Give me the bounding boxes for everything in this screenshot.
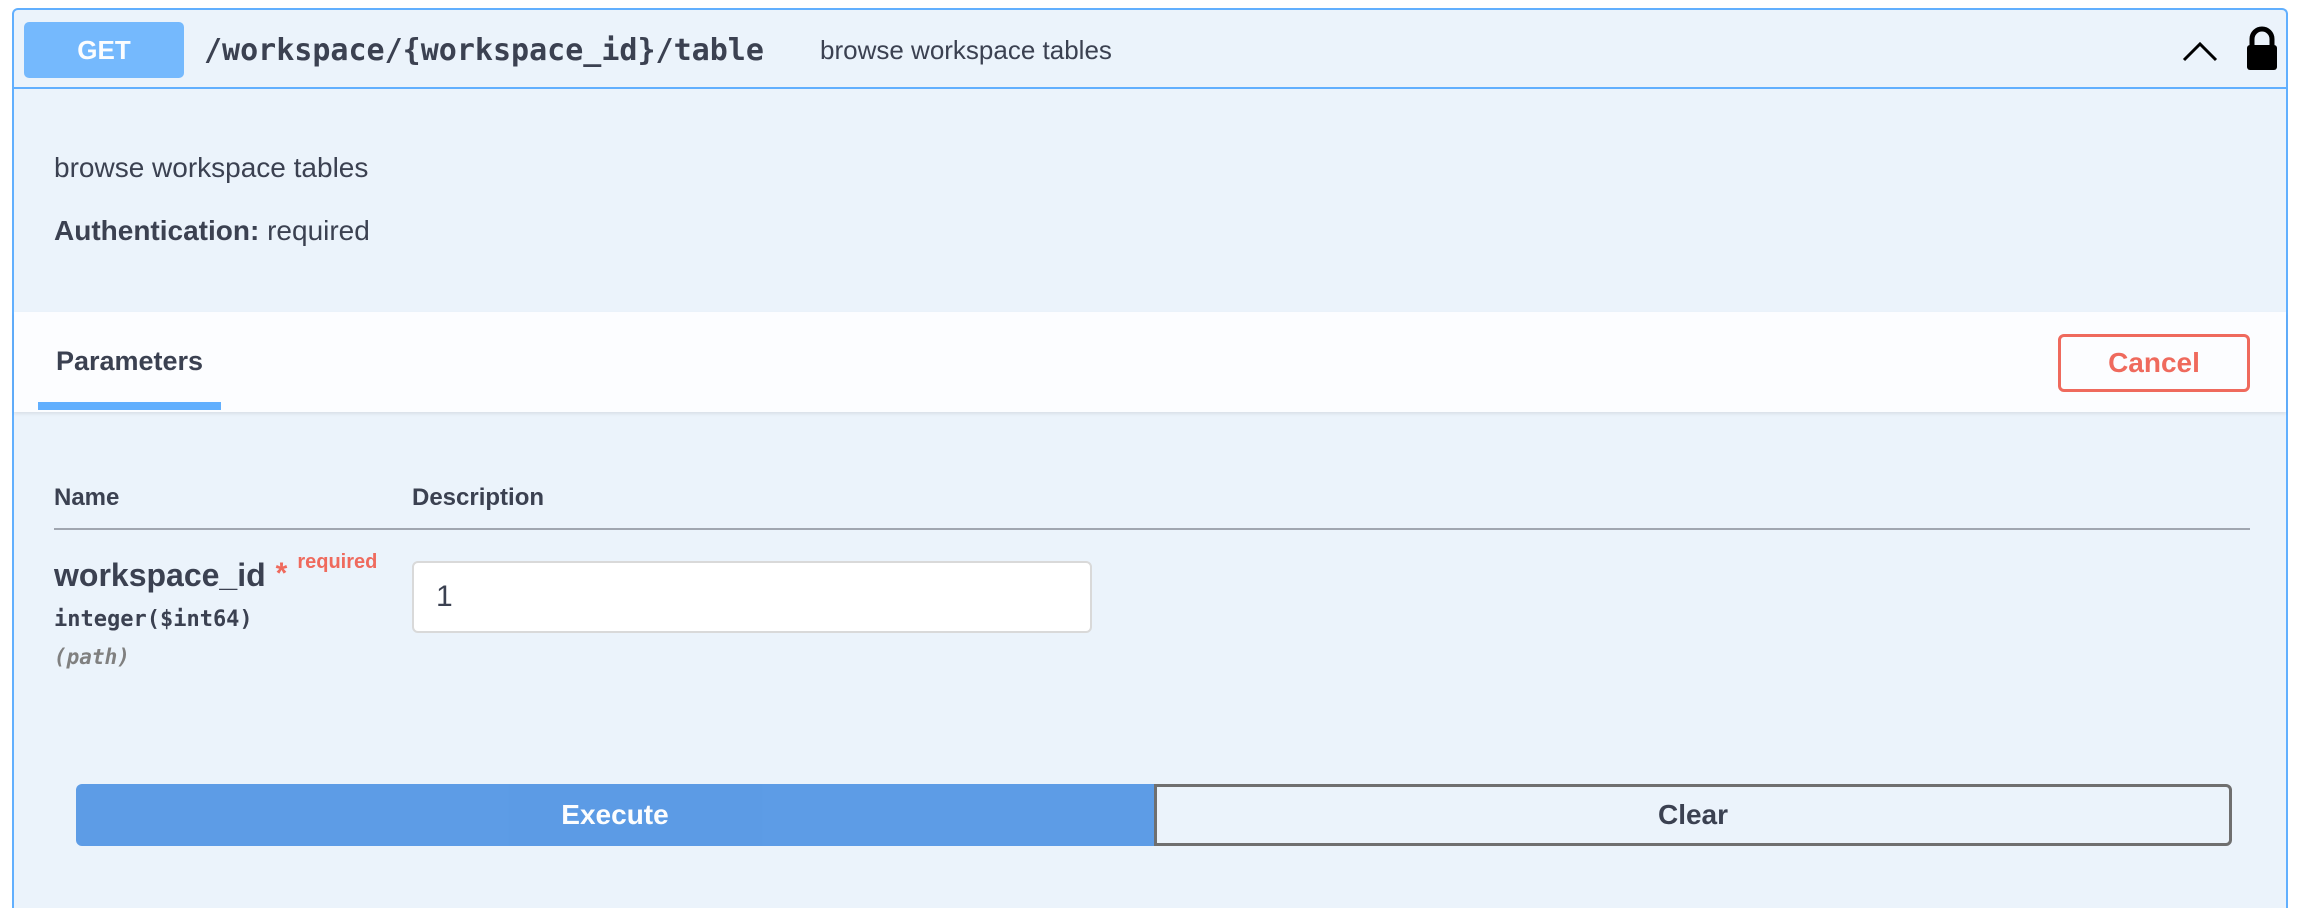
column-header-description: Description <box>412 484 545 511</box>
execute-button[interactable]: Execute <box>76 784 1154 846</box>
operation-block: GET /workspace/{workspace_id}/table brow… <box>12 8 2288 908</box>
cancel-button[interactable]: Cancel <box>2058 334 2250 392</box>
parameter-name-text: workspace_id <box>54 557 266 593</box>
clear-button[interactable]: Clear <box>1154 784 2232 846</box>
parameter-type: integer($int64) <box>54 607 253 632</box>
operation-summary-text: browse workspace tables <box>820 34 1112 65</box>
workspace-id-input[interactable] <box>412 561 1092 633</box>
action-buttons: Execute Clear <box>76 784 2242 846</box>
authentication-label: Authentication: <box>54 215 260 246</box>
parameters-header: Parameters Cancel <box>14 312 2286 412</box>
authentication-info: Authentication: required <box>54 215 370 247</box>
lock-icon[interactable] <box>2242 26 2282 74</box>
chevron-up-icon[interactable] <box>2180 36 2220 66</box>
required-label: required <box>297 551 378 573</box>
operation-summary[interactable]: GET /workspace/{workspace_id}/table brow… <box>14 10 2286 89</box>
required-star: * <box>275 557 288 590</box>
operation-description: browse workspace tables <box>54 152 369 183</box>
parameter-name: workspace_id * required <box>54 551 377 594</box>
tab-parameters[interactable]: Parameters <box>38 312 221 410</box>
endpoint-path: /workspace/{workspace_id}/table <box>204 32 764 68</box>
method-badge: GET <box>24 22 184 78</box>
parameter-location: (path) <box>54 645 130 669</box>
column-header-name: Name <box>54 484 120 511</box>
table-divider <box>54 528 2250 530</box>
authentication-value: required <box>267 215 370 246</box>
